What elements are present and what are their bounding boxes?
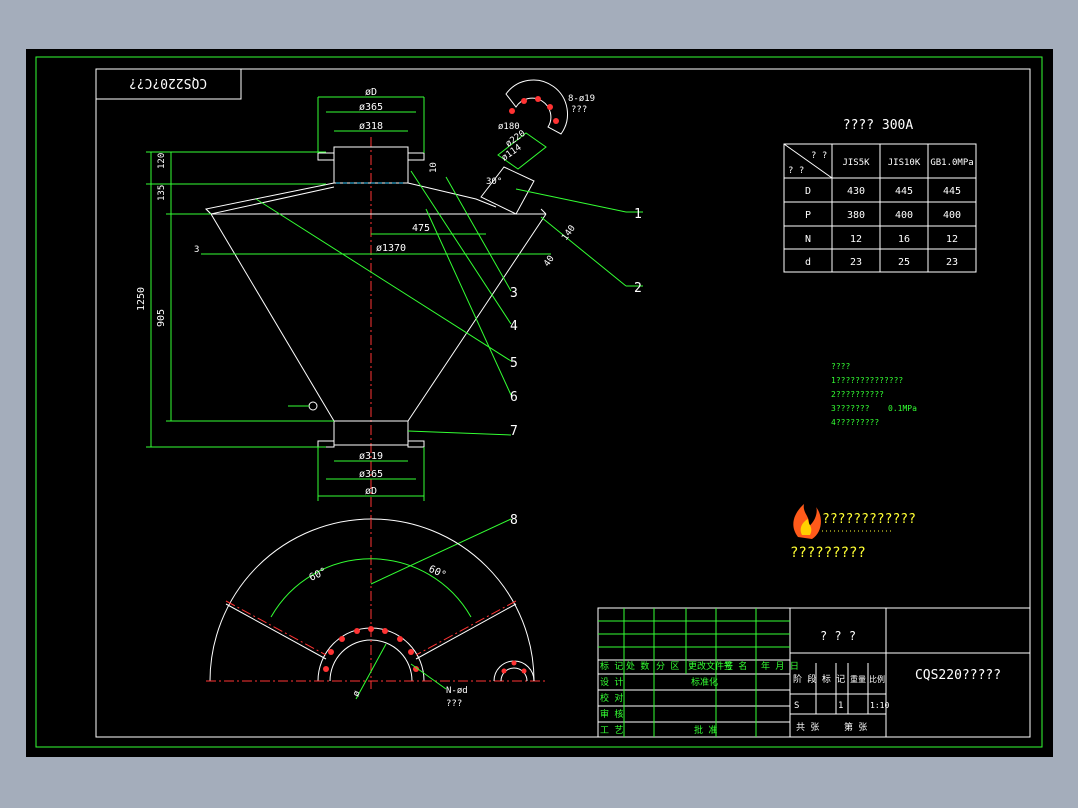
dim-nozzle-30: 30° <box>486 177 502 187</box>
balloon-5: 5 <box>510 356 518 371</box>
table-col-gb: GB1.0MPa <box>930 158 973 168</box>
dim-holes-note: ??? <box>571 105 587 115</box>
table-cell: 400 <box>895 210 913 221</box>
tb-header-2: 处 数 <box>626 660 649 672</box>
balloon-7: 7 <box>510 424 518 439</box>
note-pressure: 0.1MPa <box>888 404 917 413</box>
table-cell: 12 <box>946 234 958 245</box>
table-row-d: d <box>805 257 811 268</box>
table-corner-top: ? ? <box>811 151 827 161</box>
tb-process: 工 艺 <box>600 725 623 736</box>
dim-140: 140 <box>560 224 578 243</box>
dim-475: 475 <box>412 223 430 234</box>
table-cell: 445 <box>895 186 913 197</box>
tb-header-1: 标 记 <box>600 660 623 672</box>
tb-standard: 标准化 <box>691 676 718 688</box>
balloon-4: 4 <box>510 319 518 334</box>
table-corner-bottom: ? ? <box>788 166 804 176</box>
tb-scale-label: 比例 <box>869 674 885 684</box>
tb-weight-label: 重量 <box>850 674 866 684</box>
dim-40: 40 <box>542 254 556 269</box>
plan-view <box>206 518 546 700</box>
table-col-jis10k: JIS10K <box>888 158 921 168</box>
dim-top-365: ø365 <box>359 102 383 113</box>
dim-bottom-365: ø365 <box>359 469 383 480</box>
dim-bottom-319: ø319 <box>359 451 383 462</box>
table-row-P: P <box>805 210 811 221</box>
logo-line-2: ????????? <box>790 545 866 561</box>
dim-10: 10 <box>429 162 439 173</box>
side-nozzle <box>480 166 535 215</box>
dim-bottom-phiD: øD <box>365 486 377 497</box>
tb-header-3: 分 区 <box>656 661 679 672</box>
cone-right <box>407 213 547 422</box>
dimensions <box>146 96 627 585</box>
dim-135: 135 <box>157 185 167 201</box>
plan-n-phid-note: ??? <box>446 699 462 709</box>
dim-nozzle-180: ø180 <box>498 122 520 132</box>
table-cell: 16 <box>898 234 910 245</box>
tb-sheet-no: 第 张 <box>844 721 867 733</box>
balloon-1: 1 <box>634 207 642 222</box>
tb-review: 审 核 <box>600 708 623 720</box>
cad-drawing: CQS220?C?? øD ø365 ø318 ø319 ø365 øD ø13… <box>35 56 1043 748</box>
table-cell: 380 <box>847 210 865 221</box>
dim-top-phiD: øD <box>365 87 377 98</box>
plan-outer-arc <box>209 518 535 682</box>
dim-3: 3 <box>194 245 199 255</box>
plan-n-phid: N-ød <box>446 686 468 696</box>
tb-scale-value: 1:10 <box>870 701 889 710</box>
logo-line-1: ???????????? <box>822 512 916 527</box>
tb-header-5: 签 名 <box>724 660 747 672</box>
dim-1250: 1250 <box>136 287 147 311</box>
dim-top-318: ø318 <box>359 121 383 132</box>
roof-left <box>204 182 335 215</box>
inner-frame <box>95 68 1031 738</box>
tb-drawing-name: CQS220????? <box>915 668 1001 683</box>
table-cell: 12 <box>850 234 862 245</box>
flange-table-title: ???? 300A <box>843 118 914 133</box>
notes-heading: ???? <box>831 362 850 371</box>
angle-60-left: 60° <box>308 566 329 584</box>
table-row-N: N <box>805 234 811 245</box>
tb-stage-label: 阶 段 标 记 <box>793 673 845 685</box>
table-cell: 400 <box>943 210 961 221</box>
table-cell: 430 <box>847 186 865 197</box>
note-line-3: 3??????? <box>831 404 870 413</box>
flame-logo-icon <box>793 504 821 539</box>
balloon-labels: 1 2 3 4 5 6 7 8 <box>510 207 643 528</box>
balloon-8: 8 <box>510 513 518 528</box>
drawing-viewport[interactable]: CQS220?C?? øD ø365 ø318 ø319 ø365 øD ø13… <box>26 49 1053 757</box>
tb-header-6: 年 月 日 <box>761 660 799 672</box>
dim-1370: ø1370 <box>376 243 406 254</box>
note-line-4: 4????????? <box>831 418 879 427</box>
tb-material: ? ? ? <box>820 629 856 643</box>
table-cell: 23 <box>946 257 958 268</box>
tb-design: 设 计 <box>600 676 623 688</box>
table-row-D: D <box>805 186 811 197</box>
table-col-jis5k: JIS5K <box>842 158 870 168</box>
dim-holes-8-19: 8-ø19 <box>568 94 595 104</box>
table-cell: 445 <box>943 186 961 197</box>
angle-60-right: 60° <box>427 564 448 582</box>
table-cell: 23 <box>850 257 862 268</box>
tb-approve: 批 准 <box>694 724 717 736</box>
balloon-2: 2 <box>634 281 642 296</box>
tb-weight-value: 1 <box>838 701 843 711</box>
note-line-1: 1?????????????? <box>831 376 903 385</box>
balloon-6: 6 <box>510 390 518 405</box>
dim-120: 120 <box>157 153 167 169</box>
dim-905: 905 <box>156 309 167 327</box>
tb-check: 校 对 <box>600 692 623 704</box>
dim-nozzle-114: ø114 <box>500 143 524 164</box>
cone-left <box>210 213 335 422</box>
tb-sheet-total: 共 张 <box>796 722 819 733</box>
balloon-3: 3 <box>510 286 518 301</box>
mirror-title-text: CQS220?C?? <box>129 75 207 90</box>
note-line-2: 2?????????? <box>831 390 884 399</box>
table-cell: 25 <box>898 257 910 268</box>
tb-stage-value: S <box>794 701 799 711</box>
